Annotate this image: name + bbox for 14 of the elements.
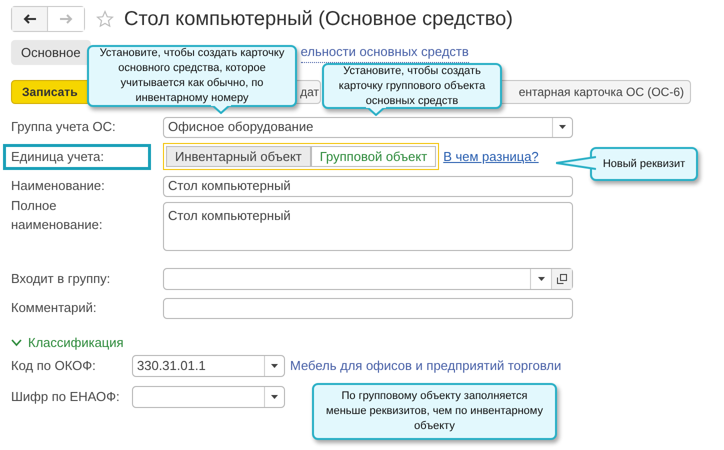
field-label: Комментарий: — [11, 299, 96, 318]
field-label: Наименование: — [11, 177, 105, 196]
field-label: Шифр по ЕНАОФ: — [11, 388, 121, 406]
field-value: Офисное оборудование — [167, 118, 314, 136]
callout-text: Установите, чтобы создать карточку основного средства, которое учитывается как обычно, по инвентарному номеру — [98, 46, 286, 106]
field-label: Единица учета: — [11, 148, 104, 166]
field-value: 330.31.01.1 — [136, 356, 207, 375]
field-label: Полное наименование: — [11, 196, 104, 234]
callout-text: По групповому объекту заполняется меньше реквизитов, чем по инвентарному объекту — [326, 389, 543, 434]
field-label: Входит в группу: — [11, 270, 110, 288]
field-label: Группа учета ОС: — [11, 118, 116, 136]
callout-text: Новый реквизит — [602, 156, 686, 172]
field-label: Код по ОКОФ: — [11, 356, 97, 375]
window-title: Стол компьютерный (Основное средство) — [124, 7, 513, 32]
